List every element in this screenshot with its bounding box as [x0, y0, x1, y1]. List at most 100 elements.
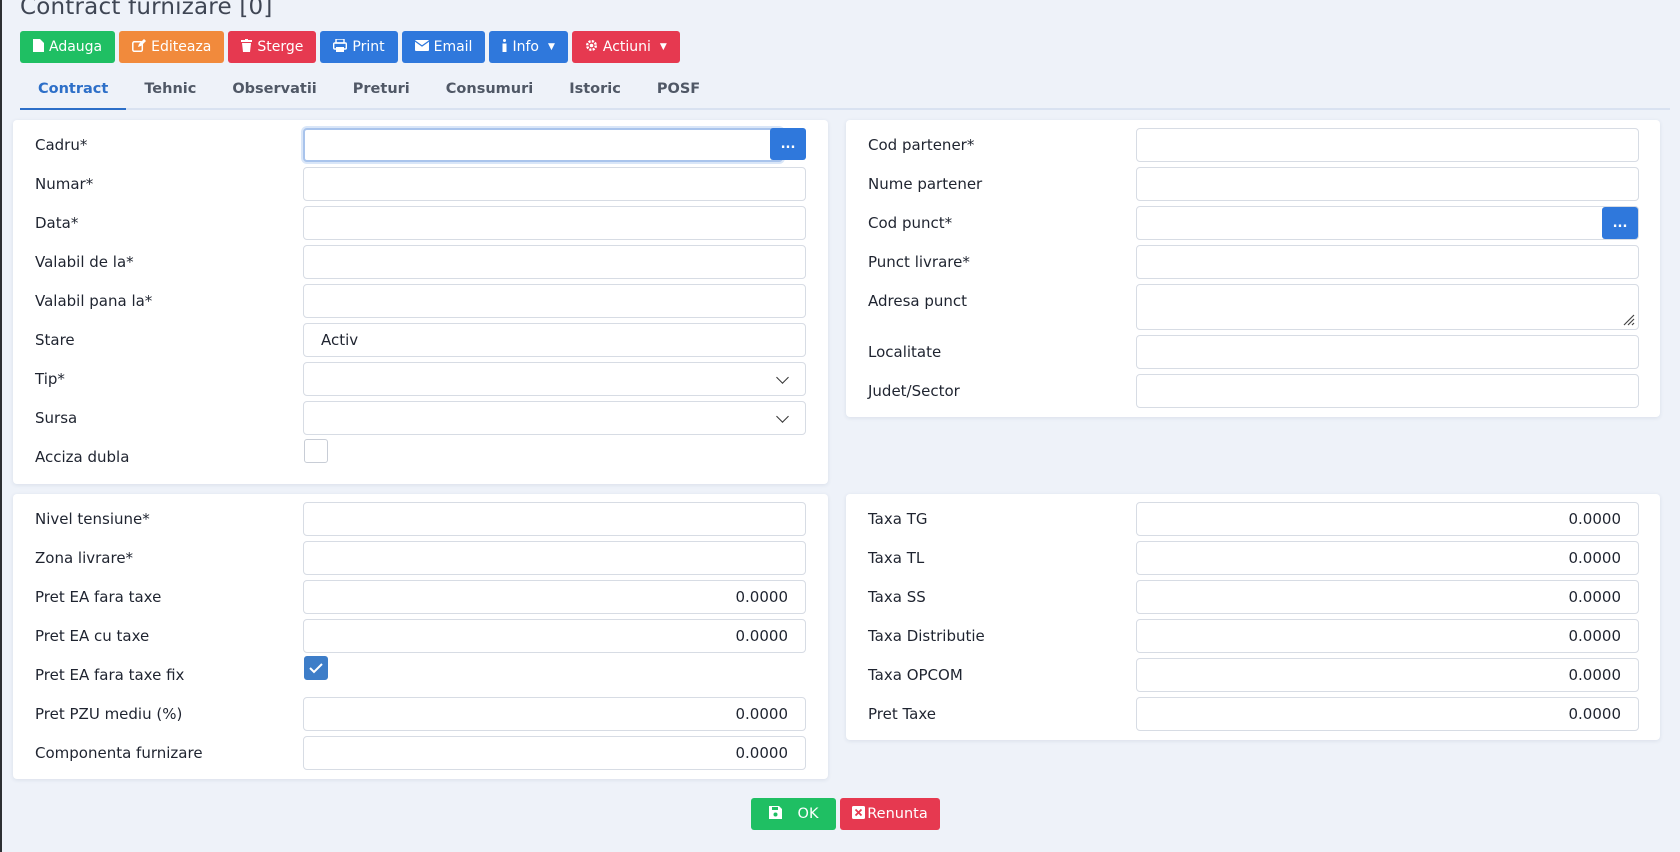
envelope-icon — [414, 39, 429, 55]
tab-posf[interactable]: POSF — [639, 72, 718, 110]
adresa-punct-textarea[interactable] — [1136, 284, 1639, 330]
localitate-input[interactable] — [1136, 335, 1639, 369]
chevron-down-icon — [776, 410, 789, 423]
nume-partener-label: Nume partener — [868, 175, 983, 193]
tip-label: Tip* — [35, 370, 65, 388]
pret-fara-taxe-input[interactable]: 0.0000 — [303, 580, 806, 614]
nivel-tensiune-row: Nivel tensiune* — [13, 502, 828, 536]
cod-punct-input[interactable] — [1136, 206, 1639, 240]
localitate-row: Localitate — [846, 335, 1660, 369]
gear-icon — [585, 39, 598, 56]
tab-observatii[interactable]: Observatii — [214, 72, 334, 110]
file-icon — [33, 38, 44, 56]
cod-punct-row: Cod punct* ... — [846, 206, 1660, 240]
taxa-opcom-input[interactable]: 0.0000 — [1136, 658, 1639, 692]
tab-tehnic[interactable]: Tehnic — [126, 72, 214, 110]
info-button-label: Info — [512, 39, 539, 55]
taxa-tl-input[interactable]: 0.0000 — [1136, 541, 1639, 575]
cod-partener-input[interactable] — [1136, 128, 1639, 162]
print-button[interactable]: Print — [320, 31, 398, 63]
tab-preturi[interactable]: Preturi — [335, 72, 428, 110]
judet-row: Judet/Sector — [846, 374, 1660, 408]
trash-icon — [241, 38, 253, 56]
caret-down-icon: ▼ — [547, 42, 555, 52]
pret-cu-taxe-label: Pret EA cu taxe — [35, 627, 150, 645]
componenta-row: Componenta furnizare 0.0000 — [13, 736, 828, 770]
sursa-select[interactable] — [303, 401, 806, 435]
taxa-opcom-row: Taxa OPCOM 0.0000 — [846, 658, 1660, 692]
pret-pzu-label: Pret PZU mediu (%) — [35, 705, 183, 723]
taxa-opcom-label: Taxa OPCOM — [868, 666, 963, 684]
prices-card: Nivel tensiune* Zona livrare* Pret EA fa… — [13, 494, 828, 779]
delete-button[interactable]: Sterge — [228, 31, 317, 63]
close-box-icon — [852, 805, 866, 823]
taxa-ss-input[interactable]: 0.0000 — [1136, 580, 1639, 614]
acciza-checkbox[interactable] — [304, 439, 328, 463]
cod-punct-lookup-button[interactable]: ... — [1602, 207, 1638, 239]
taxa-ss-row: Taxa SS 0.0000 — [846, 580, 1660, 614]
taxa-tg-input[interactable]: 0.0000 — [1136, 502, 1639, 536]
valabil-de-la-input[interactable] — [303, 245, 806, 279]
info-icon — [502, 38, 507, 56]
valabil-pana-la-row: Valabil pana la* — [13, 284, 828, 318]
resize-handle-icon[interactable] — [1621, 312, 1635, 326]
valabil-de-la-row: Valabil de la* — [13, 245, 828, 279]
pret-fara-taxe-row: Pret EA fara taxe 0.0000 — [13, 580, 828, 614]
cadru-input[interactable] — [303, 128, 783, 162]
ok-button[interactable]: OK — [751, 798, 836, 830]
taxa-distributie-input[interactable]: 0.0000 — [1136, 619, 1639, 653]
tip-select[interactable] — [303, 362, 806, 396]
numar-label: Numar* — [35, 175, 94, 193]
zona-livrare-row: Zona livrare* — [13, 541, 828, 575]
cod-punct-label: Cod punct* — [868, 214, 953, 232]
pret-taxe-input[interactable]: 0.0000 — [1136, 697, 1639, 731]
nivel-tensiune-input[interactable] — [303, 502, 806, 536]
taxa-distributie-label: Taxa Distributie — [868, 627, 985, 645]
pret-pzu-input[interactable]: 0.0000 — [303, 697, 806, 731]
info-dropdown-button[interactable]: Info ▼ — [489, 31, 568, 63]
cod-partener-row: Cod partener* — [846, 128, 1660, 162]
pret-fix-checkbox[interactable] — [304, 656, 328, 680]
actions-dropdown-button[interactable]: Actiuni ▼ — [571, 31, 680, 63]
punct-livrare-row: Punct livrare* — [846, 245, 1660, 279]
numar-input[interactable] — [303, 167, 806, 201]
tab-istoric[interactable]: Istoric — [551, 72, 639, 110]
stare-input[interactable]: Activ — [303, 323, 806, 357]
add-button-label: Adauga — [49, 39, 103, 55]
judet-input[interactable] — [1136, 374, 1639, 408]
edit-button[interactable]: Editeaza — [119, 31, 225, 63]
acciza-row: Acciza dubla — [13, 439, 828, 474]
adresa-punct-row: Adresa punct — [846, 284, 1660, 330]
zona-livrare-input[interactable] — [303, 541, 806, 575]
componenta-input[interactable]: 0.0000 — [303, 736, 806, 770]
email-button[interactable]: Email — [401, 31, 486, 63]
sursa-row: Sursa — [13, 401, 828, 435]
tab-contract[interactable]: Contract — [20, 72, 127, 110]
nume-partener-input[interactable] — [1136, 167, 1639, 201]
cadru-label: Cadru* — [35, 136, 88, 154]
contract-details-card: Cadru* ... Numar* Data* Valabil de la* V… — [13, 120, 828, 484]
add-button[interactable]: Adauga — [20, 31, 116, 63]
valabil-pana-la-input[interactable] — [303, 284, 806, 318]
data-label: Data* — [35, 214, 79, 232]
taxes-card: Taxa TG 0.0000 Taxa TL 0.0000 Taxa SS 0.… — [846, 494, 1660, 740]
pret-cu-taxe-input[interactable]: 0.0000 — [303, 619, 806, 653]
sursa-label: Sursa — [35, 409, 78, 427]
stare-row: Stare Activ — [13, 323, 828, 357]
taxa-tl-label: Taxa TL — [868, 549, 925, 567]
edit-button-label: Editeaza — [151, 39, 212, 55]
ok-button-label: OK — [797, 806, 819, 822]
toolbar: Adauga Editeaza Sterge Print Email Info … — [20, 31, 680, 63]
numar-row: Numar* — [13, 167, 828, 201]
cadru-lookup-button[interactable]: ... — [770, 128, 806, 160]
punct-livrare-label: Punct livrare* — [868, 253, 970, 271]
email-button-label: Email — [433, 39, 473, 55]
taxa-distributie-row: Taxa Distributie 0.0000 — [846, 619, 1660, 653]
pret-fix-row: Pret EA fara taxe fix — [13, 656, 828, 692]
tip-row: Tip* — [13, 362, 828, 396]
tab-consumuri[interactable]: Consumuri — [428, 72, 551, 110]
data-row: Data* — [13, 206, 828, 240]
data-input[interactable] — [303, 206, 806, 240]
cancel-button[interactable]: Renunta — [840, 798, 940, 830]
punct-livrare-input[interactable] — [1136, 245, 1639, 279]
